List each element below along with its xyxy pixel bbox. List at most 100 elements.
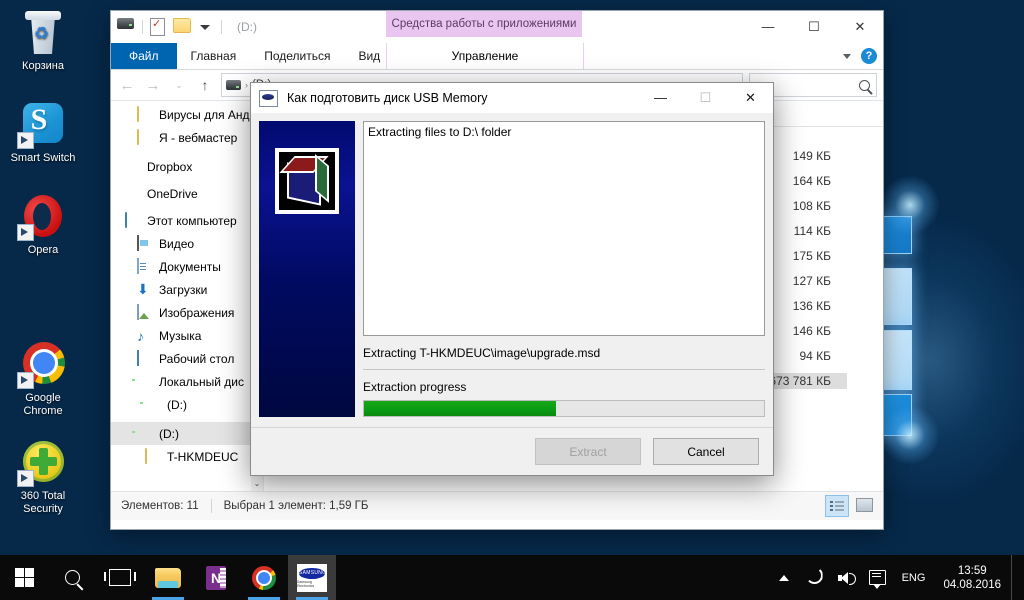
qat-separator-2	[221, 20, 222, 34]
tray-language-button[interactable]: ENG	[894, 555, 934, 600]
tab-manage[interactable]: Управление	[386, 43, 584, 69]
sidebar-item-label: Загрузки	[159, 283, 207, 297]
sidebar-item-viruses[interactable]: Вирусы для Анд	[111, 103, 263, 126]
sidebar-item-desktop[interactable]: Рабочий стол	[111, 347, 263, 370]
explorer-minimize-button[interactable]: —	[745, 11, 791, 42]
tray-volume-button[interactable]	[829, 555, 861, 600]
view-mode-buttons	[825, 495, 875, 517]
samsung-app-icon	[259, 90, 278, 107]
windows-logo-icon	[15, 568, 34, 587]
tab-share[interactable]: Поделиться	[250, 43, 344, 69]
navigation-pane: Вирусы для Анд Я - вебмастер Dropbox One…	[111, 101, 264, 491]
sidebar-item-documents[interactable]: Документы	[111, 255, 263, 278]
onedrive-icon	[125, 186, 141, 202]
taskbar-search-button[interactable]	[48, 555, 96, 600]
folder-icon	[155, 568, 181, 588]
tray-clock[interactable]: 13:59 04.08.2016	[933, 564, 1011, 592]
sidebar-item-webmaster[interactable]: Я - вебмастер	[111, 126, 263, 149]
sidebar-item-drive-d[interactable]: (D:)	[111, 393, 263, 416]
taskbar-task-view-button[interactable]	[96, 555, 144, 600]
sidebar-item-video[interactable]: Видео	[111, 232, 263, 255]
dialog-close-button[interactable]: ✕	[728, 83, 773, 112]
samsung-sub-text: Samsung Electronics	[297, 580, 327, 588]
progress-label: Extraction progress	[363, 380, 765, 394]
new-folder-icon[interactable]	[173, 18, 191, 36]
desktop-icon-google-chrome[interactable]: Google Chrome	[0, 340, 86, 418]
sidebar-item-label: (D:)	[159, 427, 179, 441]
quick-access-toolbar: (D:)	[111, 18, 257, 36]
forward-button[interactable]: →	[143, 77, 163, 94]
sidebar-item-dropbox[interactable]: Dropbox	[111, 155, 263, 178]
tray-expand-button[interactable]	[771, 555, 797, 600]
desktop-icon-label: Opera	[0, 244, 86, 257]
dialog-minimize-button[interactable]: —	[638, 83, 683, 112]
drive-icon[interactable]	[117, 18, 135, 36]
ribbon-expand-icon[interactable]	[843, 54, 851, 59]
large-icons-view-button[interactable]	[853, 495, 875, 515]
sidebar-item-onedrive[interactable]: OneDrive	[111, 182, 263, 205]
sidebar-item-label: Изображения	[159, 306, 234, 320]
dialog-window-controls: — ☐ ✕	[638, 83, 773, 112]
sidebar-item-label: Рабочий стол	[159, 352, 234, 366]
desktop-icon-recycle-bin[interactable]: ♻ Корзина	[0, 8, 86, 73]
extraction-log[interactable]: Extracting files to D:\ folder	[363, 121, 765, 336]
taskbar-chrome-button[interactable]	[240, 555, 288, 600]
explorer-maximize-button[interactable]: ☐	[791, 11, 837, 42]
removable-drive-icon	[137, 426, 153, 442]
security-shield-icon	[19, 438, 67, 486]
dialog-footer: Extract Cancel	[251, 427, 773, 475]
start-button[interactable]	[0, 555, 48, 600]
hdd-icon	[137, 374, 153, 390]
back-button[interactable]: ←	[117, 77, 137, 94]
desktop-icon-label-line1: Google	[0, 392, 86, 405]
details-view-button[interactable]	[825, 495, 849, 517]
desktop-icon-opera[interactable]: Opera	[0, 192, 86, 257]
clock-time: 13:59	[943, 564, 1001, 578]
documents-icon	[137, 259, 153, 275]
sidebar-item-downloads[interactable]: ⬇ Загрузки	[111, 278, 263, 301]
sidebar-item-pictures[interactable]: Изображения	[111, 301, 263, 324]
recent-locations-icon[interactable]: ⌄	[169, 80, 189, 91]
show-desktop-button[interactable]	[1011, 555, 1020, 600]
sidebar-item-label: T-HKMDEUC	[167, 450, 238, 464]
taskbar-samsung-button[interactable]: SAMSUNG Samsung Electronics	[288, 555, 336, 600]
clock-date: 04.08.2016	[943, 578, 1001, 592]
shortcut-arrow-icon	[17, 372, 34, 389]
tab-home[interactable]: Главная	[177, 43, 251, 69]
sidebar-item-local-disk[interactable]: Локальный дис	[111, 370, 263, 393]
sidebar-item-music[interactable]: ♪ Музыка	[111, 324, 263, 347]
scroll-down-icon[interactable]: ⌄	[251, 477, 263, 491]
onenote-icon: N	[206, 566, 226, 590]
desktop-icon-label: Smart Switch	[0, 152, 86, 165]
desktop-icon-360-total-security[interactable]: 360 Total Security	[0, 438, 86, 516]
dialog-title-bar[interactable]: Как подготовить диск USB Memory — ☐ ✕	[251, 83, 773, 113]
sidebar-item-label: Видео	[159, 237, 194, 251]
desktop-icon-smart-switch[interactable]: S Smart Switch	[0, 100, 86, 165]
tray-network-button[interactable]	[797, 555, 829, 600]
qat-dropdown-icon[interactable]	[196, 18, 214, 36]
up-button[interactable]: ↑	[195, 77, 215, 93]
tab-file[interactable]: Файл	[111, 43, 177, 69]
explorer-title-bar[interactable]: (D:) Средства работы с приложениями — ☐ …	[111, 11, 883, 43]
taskbar-file-explorer-button[interactable]	[144, 555, 192, 600]
cancel-button[interactable]: Cancel	[653, 438, 759, 465]
sidebar-item-label: Документы	[159, 260, 221, 274]
status-item-count: Элементов: 11	[121, 500, 199, 512]
explorer-window-controls: — ☐ ✕	[745, 11, 883, 42]
sidebar-item-drive-d-selected[interactable]: (D:)	[111, 422, 263, 445]
sidebar-item-t-hkmdeuc[interactable]: T-HKMDEUC	[111, 445, 263, 468]
explorer-close-button[interactable]: ✕	[837, 11, 883, 42]
chrome-icon	[19, 340, 67, 388]
sidebar-item-this-pc[interactable]: Этот компьютер	[111, 209, 263, 232]
properties-icon[interactable]	[150, 18, 168, 36]
desktop-icon-label-line1: 360 Total	[0, 490, 86, 503]
help-icon[interactable]: ?	[861, 48, 877, 64]
breadcrumb-separator-icon: ›	[245, 80, 248, 90]
search-icon	[65, 570, 80, 585]
removable-drive-icon	[145, 397, 161, 413]
samsung-icon: SAMSUNG Samsung Electronics	[297, 564, 327, 592]
dialog-body: Extracting files to D:\ folder Extractin…	[251, 113, 773, 425]
tray-action-center-button[interactable]	[861, 555, 894, 600]
taskbar-onenote-button[interactable]: N	[192, 555, 240, 600]
sidebar-item-label: Вирусы для Анд	[159, 108, 250, 122]
